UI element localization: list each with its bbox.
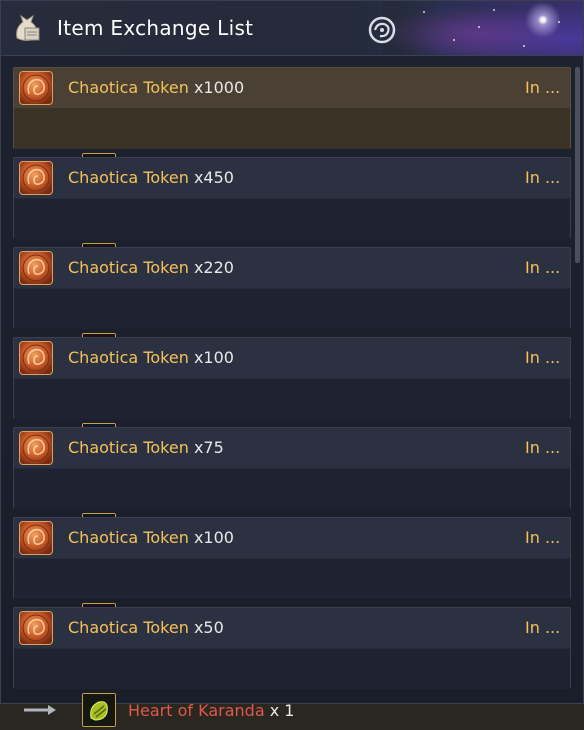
token-name: Chaotica Token x75 [68, 438, 224, 457]
karanda-heart-icon [82, 693, 116, 727]
chaotica-token-icon [19, 251, 53, 285]
exchange-entry-7[interactable]: Chaotica Token x50 In ... Heart of Karan… [13, 607, 571, 727]
status-text: In ... [525, 168, 561, 187]
reward-row[interactable]: Inverted Heart of Garmoth x 1 [14, 559, 570, 637]
arrow-right-icon [24, 705, 56, 715]
token-row[interactable]: Chaotica Token x100 In ... [14, 518, 570, 558]
reward-row[interactable]: Vell's Heart x 1 [14, 469, 570, 547]
reward-row[interactable]: P Advice of Valks(+1000) x 1 R [14, 109, 570, 187]
token-row[interactable]: Chaotica Token x100 In ... [14, 338, 570, 378]
reward-row[interactable]: P Advice of Valks (+500) x 1 [14, 199, 570, 277]
reward-row[interactable]: Khan's Concentrated Magic x 1 [14, 379, 570, 457]
swirl-icon[interactable] [367, 15, 397, 45]
token-row[interactable]: Chaotica Token x50 In ... [14, 608, 570, 648]
nebula-banner [383, 1, 583, 55]
chaotica-token-icon [19, 71, 53, 105]
scrollbar[interactable] [575, 67, 580, 263]
exchange-entry-5[interactable]: Chaotica Token x75 In ... Vell's Heart x… [13, 427, 571, 547]
token-name: Chaotica Token x50 [68, 618, 224, 637]
status-text: In ... [525, 258, 561, 277]
chaotica-token-icon [19, 341, 53, 375]
token-row[interactable]: Chaotica Token x220 In ... [14, 248, 570, 288]
token-row[interactable]: Chaotica Token x75 In ... [14, 428, 570, 468]
token-name: Chaotica Token x450 [68, 168, 234, 187]
chaotica-token-icon [19, 611, 53, 645]
status-text: In ... [525, 78, 561, 97]
window-title: Item Exchange List [57, 16, 254, 40]
token-name: Chaotica Token x100 [68, 528, 234, 547]
item-exchange-window: Item Exchange List Chaotica Token x1000 … [0, 0, 584, 727]
exchange-entry-3[interactable]: Chaotica Token x220 In ... P Advice of V… [13, 247, 571, 367]
reward-row[interactable]: P Advice of Valks (+200) x 1 [14, 289, 570, 367]
token-row[interactable]: Chaotica Token x450 In ... [14, 158, 570, 198]
status-text: In ... [525, 438, 561, 457]
token-row[interactable]: Chaotica Token x1000 In ... [14, 68, 570, 108]
exchange-entry-2[interactable]: Chaotica Token x450 In ... P Advice of V… [13, 157, 571, 277]
status-text: In ... [525, 618, 561, 637]
reward-row[interactable]: Heart of Karanda x 1 [14, 649, 570, 727]
money-bag-icon [16, 14, 40, 41]
title-bar[interactable]: Item Exchange List [1, 1, 583, 56]
chaotica-token-icon [19, 521, 53, 555]
token-name: Chaotica Token x220 [68, 258, 234, 277]
chaotica-token-icon [19, 161, 53, 195]
token-name: Chaotica Token x1000 [68, 78, 245, 97]
exchange-entry-4[interactable]: Chaotica Token x100 In ... Khan's Concen… [13, 337, 571, 457]
status-text: In ... [525, 528, 561, 547]
chaotica-token-icon [19, 431, 53, 465]
exchange-entry-1[interactable]: Chaotica Token x1000 In ... P Advice of … [13, 67, 571, 187]
exchange-entry-6[interactable]: Chaotica Token x100 In ... Inverted Hear… [13, 517, 571, 637]
status-text: In ... [525, 348, 561, 367]
token-name: Chaotica Token x100 [68, 348, 234, 367]
